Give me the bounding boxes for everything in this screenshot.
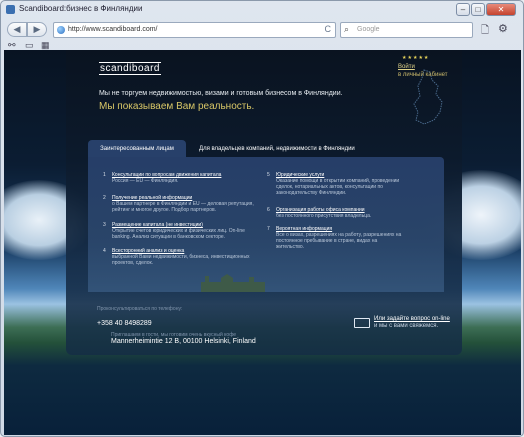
browser-window: Scandiboard:бизнес в Финляндии – □ ✕ ◀ ▶… <box>0 0 524 437</box>
back-button[interactable]: ◀ <box>7 22 27 37</box>
list-item: 5 Юридические услуги Оказание помощи в о… <box>267 172 406 196</box>
forward-button[interactable]: ▶ <box>27 22 47 37</box>
item-text: выбранной Вами недвижимости, бизнеса, ин… <box>112 254 250 266</box>
tagline-accent: Мы показываем Вам реальность. <box>99 101 255 112</box>
phone-number: +358 40 8498289 <box>97 320 152 327</box>
login-link[interactable]: Войти <box>398 64 415 70</box>
login-block: Войти в личный кабинет <box>398 63 448 79</box>
list-item: 7 Вероятная информация Все о визах, разр… <box>267 226 406 250</box>
item-number: 6 <box>267 207 270 213</box>
item-number: 4 <box>103 248 106 254</box>
item-text: без постоянного присутствия владельца. <box>276 213 372 219</box>
window-title: Scandiboard:бизнес в Финляндии <box>19 4 143 13</box>
minimize-button[interactable]: – <box>456 3 470 16</box>
ask-online-sub: и мы с вами свяжемся. <box>374 323 439 329</box>
item-text: Все о визах, разрешениях на работу, разр… <box>276 232 402 250</box>
search-icon: ⌕ <box>344 24 350 34</box>
address: Mannerheimintie 12 B, 00100 Helsinki, Fi… <box>111 338 256 345</box>
reload-icon[interactable]: C <box>325 24 332 34</box>
tagline-main: Мы не торгуем недвижимостью, визами и го… <box>99 90 343 97</box>
list-item: 2 Получение реальной информации о Вашем … <box>103 195 257 213</box>
back-arrow-icon: ◀ <box>13 24 21 34</box>
url-text[interactable]: http://www.scandiboard.com/ <box>68 26 158 33</box>
settings-icon[interactable]: ⚙ <box>498 22 508 35</box>
eu-stars-icon: ★★★★★ <box>402 55 430 61</box>
navigation-bar: ◀ ▶ http://www.scandiboard.com/ C ⌕ Goog… <box>1 19 523 41</box>
list-item: 3 Размещение капитала (не инвестиции) От… <box>103 222 257 240</box>
item-number: 7 <box>267 226 270 232</box>
favicon-icon <box>6 5 15 14</box>
chat-icon[interactable] <box>354 318 370 328</box>
search-input[interactable]: Google <box>357 26 380 33</box>
item-number: 1 <box>103 172 106 178</box>
list-item: 4 Всесторонний анализ и оценка выбранной… <box>103 248 257 266</box>
item-text: Открытие счетов юридических и физических… <box>112 228 245 240</box>
page-icon[interactable]: 🗋 <box>481 23 489 40</box>
title-bar: Scandiboard:бизнес в Финляндии – □ ✕ <box>1 1 523 19</box>
globe-icon <box>57 26 65 34</box>
close-button[interactable]: ✕ <box>486 3 516 16</box>
tab-interested-parties[interactable]: Заинтересованным лицам <box>88 140 186 158</box>
castle-image <box>201 274 265 292</box>
login-sub: в личный кабинет <box>398 72 448 78</box>
list-item: 1 Консультации по вопросам движения капи… <box>103 172 257 184</box>
page-content: scandiboard ★★★★★ Войти в личный кабинет… <box>4 50 521 435</box>
ask-online-block: Или задайте вопрос on-line и мы с вами с… <box>374 316 450 330</box>
search-box[interactable]: ⌕ Google <box>340 22 473 38</box>
tab-owners[interactable]: Для владельцев компаний, недвижимости в … <box>199 140 379 158</box>
item-text: Россия — EU — Финляндия. <box>112 178 179 184</box>
item-number: 2 <box>103 195 106 201</box>
phone-note: Проконсультироваться по телефону: <box>97 306 183 312</box>
item-text: Оказание помощи в открытии компаний, про… <box>276 178 400 196</box>
item-text: о Вашем партнере в Финляндии и EU — дело… <box>112 201 254 213</box>
maximize-button[interactable]: □ <box>471 3 485 16</box>
item-number: 5 <box>267 172 270 178</box>
forward-arrow-icon: ▶ <box>33 24 41 34</box>
item-number: 3 <box>103 222 106 228</box>
list-item: 6 Организация работы офиса компании без … <box>267 207 406 219</box>
ask-online-link[interactable]: Или задайте вопрос on-line <box>374 316 450 323</box>
address-bar[interactable]: http://www.scandiboard.com/ C <box>53 22 336 38</box>
site-logo[interactable]: scandiboard <box>99 62 161 75</box>
